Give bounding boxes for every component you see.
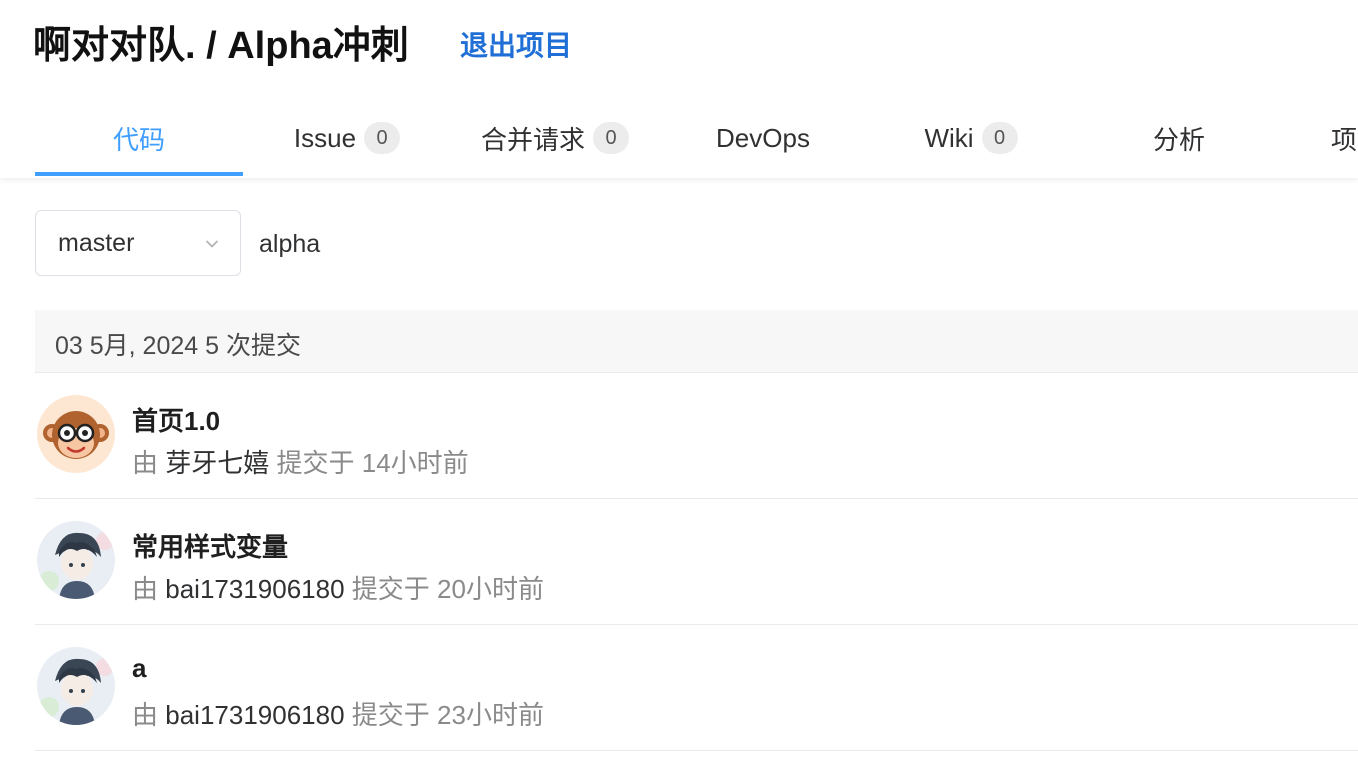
commit-author-link[interactable]: 芽牙七嬉	[165, 448, 269, 478]
commit-group-header: 03 5月, 2024 5 次提交	[35, 310, 1358, 373]
anime-avatar	[37, 647, 115, 725]
branch-select-value: master	[58, 229, 135, 257]
tab-merge-requests[interactable]: 合并请求 0	[451, 98, 659, 178]
tab-merge-requests-label: 合并请求	[480, 124, 585, 155]
issue-count-badge: 0	[364, 122, 401, 154]
commit-meta: 由 bai1731906180 提交于 23小时前	[132, 695, 544, 732]
tab-project-label: 项	[1331, 124, 1358, 155]
commit-group-date: 03 5月, 2024 5 次提交	[55, 332, 301, 360]
project-tabs: 代码 Issue 0 合并请求 0 DevOps Wiki 0 分析 项	[0, 98, 1358, 178]
commit-time: 14小时前	[361, 448, 469, 478]
project-header: 啊对对队. / Alpha冲刺 退出项目	[0, 0, 1358, 99]
tab-analysis[interactable]: 分析	[1075, 98, 1283, 178]
branch-select[interactable]: master	[35, 210, 241, 276]
commit-message: 首页1.0	[132, 406, 221, 436]
commit-row[interactable]: a 由 bai1731906180 提交于 23小时前	[35, 625, 1358, 751]
commit-action-label: 提交于	[351, 700, 430, 730]
commit-author-link[interactable]: bai1731906180	[165, 700, 344, 730]
commit-action-label: 提交于	[351, 574, 430, 604]
tab-project-truncated[interactable]: 项	[1283, 98, 1358, 178]
commit-message: 常用样式变量	[132, 532, 289, 562]
active-tab-indicator	[35, 172, 243, 176]
commit-time: 23小时前	[437, 700, 544, 730]
commit-by-label: 由	[132, 700, 159, 730]
anime-avatar	[37, 521, 115, 599]
commit-row[interactable]: 常用样式变量 由 bai1731906180 提交于 20小时前	[35, 499, 1358, 625]
commit-meta: 由 芽牙七嬉 提交于 14小时前	[132, 443, 469, 480]
commit-action-label: 提交于	[276, 448, 355, 478]
commit-meta: 由 bai1731906180 提交于 20小时前	[132, 569, 544, 606]
tab-code[interactable]: 代码	[35, 98, 243, 178]
commit-author-link[interactable]: bai1731906180	[165, 574, 344, 604]
merge-requests-count-badge: 0	[593, 122, 629, 154]
project-title: 啊对对队. / Alpha冲刺	[33, 25, 409, 67]
commit-message: a	[132, 653, 147, 683]
monkey-avatar	[37, 395, 115, 473]
commit-by-label: 由	[132, 448, 159, 478]
tab-wiki[interactable]: Wiki 0	[867, 98, 1075, 178]
commit-row[interactable]: 首页1.0 由 芽牙七嬉 提交于 14小时前	[35, 373, 1358, 499]
repo-name: alpha	[259, 230, 321, 258]
exit-project-link[interactable]: 退出项目	[460, 24, 572, 64]
tab-wiki-label: Wiki	[924, 122, 974, 153]
tab-analysis-label: 分析	[1152, 124, 1205, 155]
tab-devops[interactable]: DevOps	[659, 98, 867, 178]
tab-issue-label: Issue	[293, 122, 357, 153]
tab-issue[interactable]: Issue 0	[243, 98, 451, 178]
commit-time: 20小时前	[437, 574, 544, 604]
tab-code-label: 代码	[112, 124, 165, 155]
wiki-count-badge: 0	[981, 122, 1018, 154]
commit-by-label: 由	[132, 574, 159, 604]
tab-devops-label: DevOps	[716, 122, 810, 153]
chevron-down-icon	[206, 240, 218, 248]
